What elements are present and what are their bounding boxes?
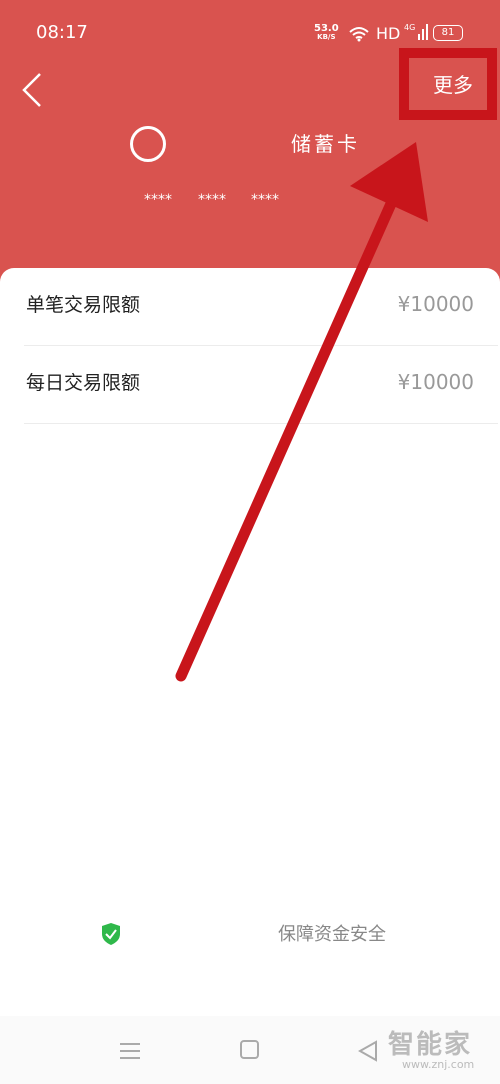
net-speed: 53.0 KB/S <box>314 24 339 42</box>
card-number-group: **** <box>251 192 279 208</box>
bank-logo <box>130 126 166 162</box>
back-icon[interactable] <box>18 70 48 110</box>
nav-home-icon[interactable] <box>240 1040 260 1060</box>
battery-indicator: 81 <box>433 25 463 41</box>
nav-back-icon[interactable] <box>358 1040 378 1062</box>
hd-indicator: HD <box>376 24 401 43</box>
status-time: 08:17 <box>36 22 88 43</box>
limit-value: ¥10000 <box>397 370 474 394</box>
signal-icon: 4G <box>404 23 428 40</box>
security-note: 保障资金安全 <box>0 920 500 948</box>
card-type-label: 储蓄卡 <box>291 132 360 156</box>
status-bar: 08:17 53.0 KB/S HD 4G 81 <box>0 0 500 66</box>
card-header: 08:17 53.0 KB/S HD 4G 81 更多 储蓄卡 **** ***… <box>0 0 500 300</box>
limit-label: 每日交易限额 <box>26 372 141 394</box>
watermark-logo: 智能家 www.znj.com <box>388 1024 474 1071</box>
more-button[interactable]: 更多 <box>433 69 473 98</box>
limit-value: ¥10000 <box>397 292 474 316</box>
nav-menu-icon[interactable] <box>120 1042 142 1060</box>
wifi-icon <box>349 27 369 42</box>
net-speed-unit: KB/S <box>317 33 336 41</box>
limit-row-single: 单笔交易限额 ¥10000 <box>24 268 498 346</box>
limits-panel: 单笔交易限额 ¥10000 每日交易限额 ¥10000 <box>0 268 500 1084</box>
security-text: 保障资金安全 <box>278 924 386 945</box>
card-number-group: **** <box>198 192 226 208</box>
limit-row-daily: 每日交易限额 ¥10000 <box>24 346 498 424</box>
watermark-url: www.znj.com <box>402 1058 475 1071</box>
card-number-group: **** <box>144 192 172 208</box>
watermark-text: 智能家 <box>388 1030 473 1060</box>
shield-icon <box>102 923 120 945</box>
network-type: 4G <box>404 23 415 32</box>
limit-label: 单笔交易限额 <box>26 294 141 316</box>
card-number: **** **** **** <box>0 192 500 212</box>
